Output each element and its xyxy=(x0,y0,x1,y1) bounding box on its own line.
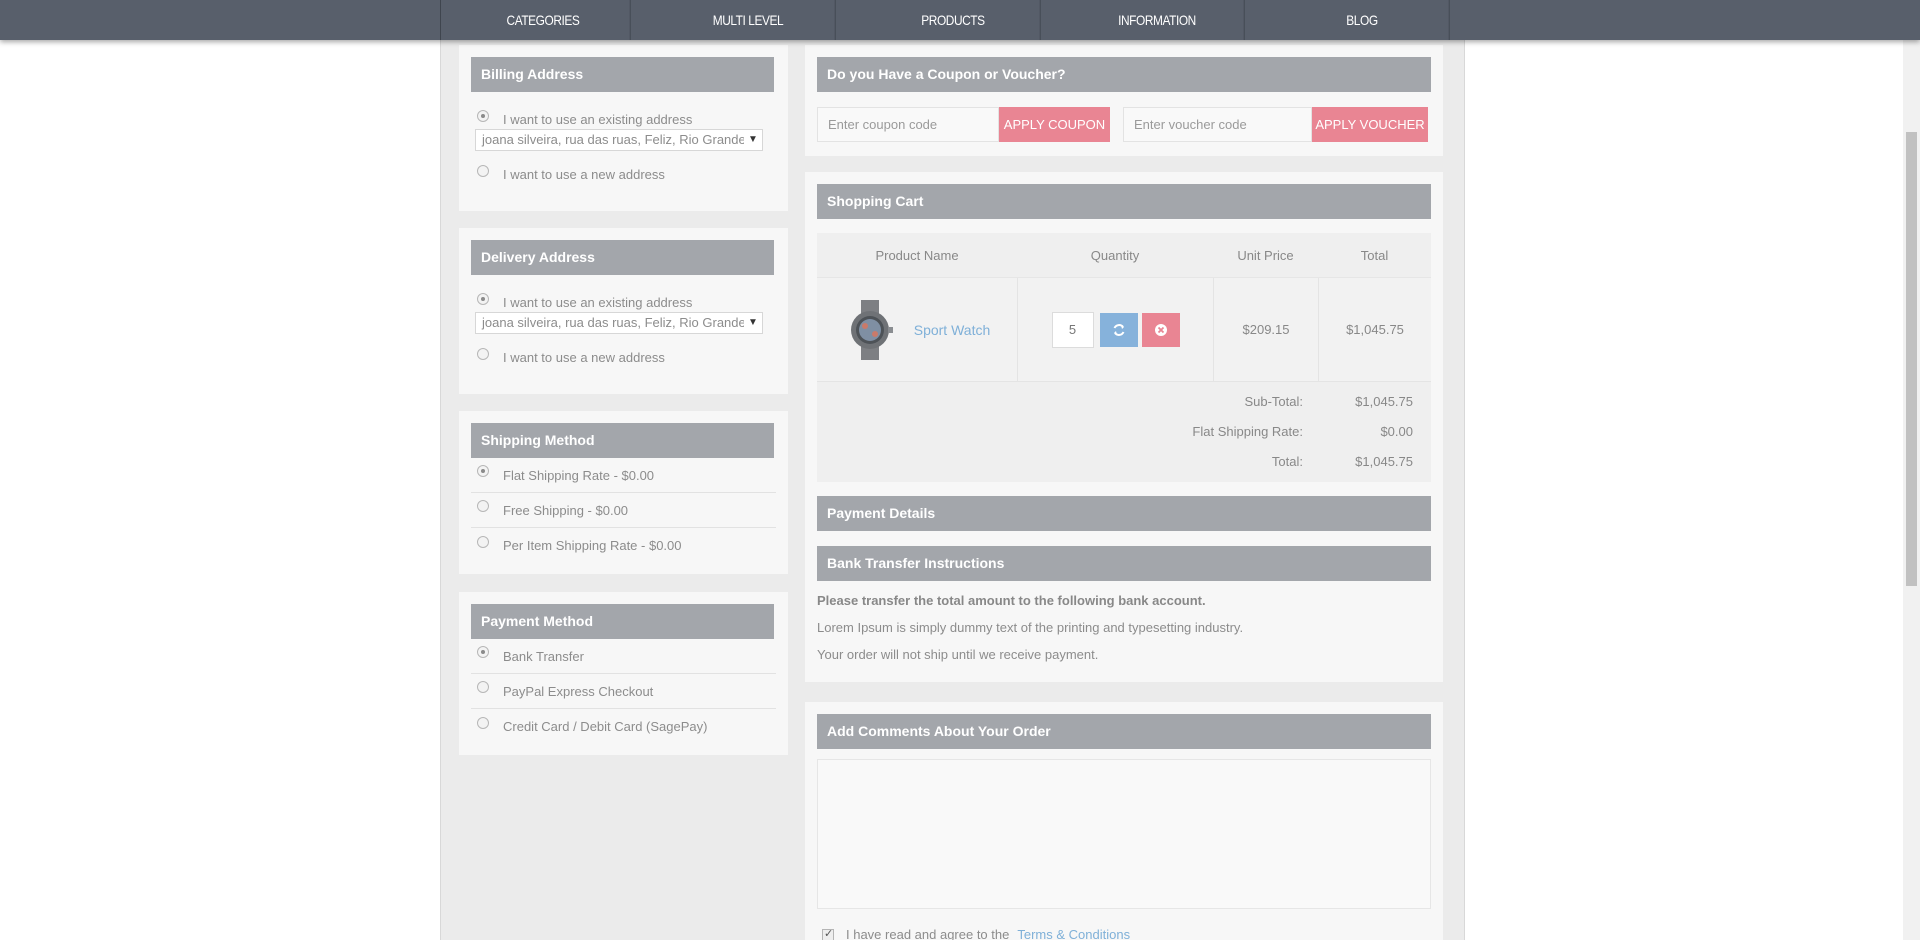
shipping-option-flat[interactable]: Flat Shipping Rate - $0.00 xyxy=(471,458,776,493)
cart-table: Product Name Quantity Unit Price Total S… xyxy=(817,233,1431,482)
voucher-input[interactable]: Enter voucher code xyxy=(1123,107,1312,142)
radio-icon[interactable] xyxy=(477,646,489,658)
delivery-heading: Delivery Address xyxy=(471,240,774,275)
coupon-row: Enter coupon code APPLY COUPON Enter vou… xyxy=(817,107,1431,142)
payment-option-paypal[interactable]: PayPal Express Checkout xyxy=(471,674,776,709)
delivery-address-select[interactable]: joana silveira, rua das ruas, Feliz, Rio… xyxy=(475,312,763,334)
product-image[interactable] xyxy=(844,299,896,360)
shipping-option-per-item[interactable]: Per Item Shipping Rate - $0.00 xyxy=(471,528,776,563)
remove-button[interactable] xyxy=(1141,312,1180,347)
unit-price: $209.15 xyxy=(1213,278,1318,381)
bank-instructions-title: Please transfer the total amount to the … xyxy=(817,593,1206,608)
bank-instructions-note: Your order will not ship until we receiv… xyxy=(817,647,1099,662)
shipping-heading: Shipping Method xyxy=(471,423,774,458)
col-total: Total xyxy=(1360,247,1389,263)
nav-item-products[interactable]: PRODUCTS xyxy=(866,0,1041,40)
terms-row: I have read and agree to the Terms & Con… xyxy=(817,927,1431,940)
radio-icon[interactable] xyxy=(477,681,489,693)
nav-item-information[interactable]: INFORMATION xyxy=(1071,0,1245,40)
bank-transfer-heading: Bank Transfer Instructions xyxy=(817,546,1431,581)
radio-icon[interactable] xyxy=(477,465,489,477)
bank-instructions-text: Lorem Ipsum is simply dummy text of the … xyxy=(817,620,1244,635)
quantity-input[interactable]: 5 xyxy=(1051,311,1094,348)
shipping-method-panel: Shipping Method Flat Shipping Rate - $0.… xyxy=(459,411,788,574)
shipping-row: Flat Shipping Rate: $0.00 xyxy=(1192,423,1413,439)
billing-new-option[interactable]: I want to use a new address xyxy=(471,157,776,192)
refresh-icon xyxy=(1113,323,1124,336)
coupon-heading: Do you Have a Coupon or Voucher? xyxy=(817,57,1431,92)
radio-icon[interactable] xyxy=(477,109,489,122)
payment-heading: Payment Method xyxy=(471,604,774,639)
radio-icon[interactable] xyxy=(477,500,489,512)
scrollbar-thumb[interactable] xyxy=(1906,132,1917,586)
delivery-new-option[interactable]: I want to use a new address xyxy=(471,340,776,375)
line-total: $1,045.75 xyxy=(1318,278,1431,381)
cart-header-row: Product Name Quantity Unit Price Total xyxy=(817,233,1431,278)
radio-icon[interactable] xyxy=(477,292,489,305)
apply-coupon-button[interactable]: APPLY COUPON xyxy=(999,107,1110,142)
apply-voucher-button[interactable]: APPLY VOUCHER xyxy=(1312,107,1428,142)
col-quantity: Quantity xyxy=(1090,247,1140,263)
dropdown-arrow-icon: ▼ xyxy=(744,313,762,333)
table-row: Sport Watch 5 $209.15 $1,045.75 xyxy=(817,278,1431,382)
page-scrollbar[interactable] xyxy=(1903,0,1920,940)
cart-totals: Sub-Total: $1,045.75 Flat Shipping Rate:… xyxy=(817,382,1431,482)
terms-link[interactable]: Terms & Conditions xyxy=(1017,927,1130,940)
update-button[interactable] xyxy=(1099,312,1138,347)
radio-icon[interactable] xyxy=(477,716,489,729)
comments-panel: Add Comments About Your Order I have rea… xyxy=(805,702,1443,940)
cart-heading: Shopping Cart xyxy=(817,184,1431,219)
nav-menu: CATEGORIES MULTI LEVEL PRODUCTS INFORMAT… xyxy=(440,0,1465,40)
total-row: Total: $1,045.75 xyxy=(1271,453,1413,469)
delivery-address-panel: Delivery Address I want to use an existi… xyxy=(459,228,788,394)
top-navigation: CATEGORIES MULTI LEVEL PRODUCTS INFORMAT… xyxy=(0,0,1920,40)
col-product-name: Product Name xyxy=(875,247,959,263)
terms-checkbox[interactable] xyxy=(822,927,834,940)
nav-item-multi-level[interactable]: MULTI LEVEL xyxy=(661,0,836,40)
comments-heading: Add Comments About Your Order xyxy=(817,714,1431,749)
comment-textarea[interactable] xyxy=(817,759,1431,909)
radio-icon[interactable] xyxy=(477,535,489,548)
billing-address-panel: Billing Address I want to use an existin… xyxy=(459,45,788,211)
shopping-cart-panel: Shopping Cart Product Name Quantity Unit… xyxy=(805,172,1443,682)
payment-option-bank[interactable]: Bank Transfer xyxy=(471,639,776,674)
col-unit-price: Unit Price xyxy=(1237,247,1294,263)
radio-icon[interactable] xyxy=(477,164,489,177)
coupon-panel: Do you Have a Coupon or Voucher? Enter c… xyxy=(805,45,1443,156)
nav-item-categories[interactable]: CATEGORIES xyxy=(456,0,631,40)
radio-icon[interactable] xyxy=(477,347,489,360)
dropdown-arrow-icon: ▼ xyxy=(744,130,762,150)
payment-details-heading: Payment Details xyxy=(817,496,1431,531)
coupon-input[interactable]: Enter coupon code xyxy=(817,107,999,142)
subtotal-row: Sub-Total: $1,045.75 xyxy=(1244,393,1413,409)
nav-item-blog[interactable]: BLOG xyxy=(1276,0,1450,40)
payment-option-card[interactable]: Credit Card / Debit Card (SagePay) xyxy=(471,709,776,744)
billing-address-select[interactable]: joana silveira, rua das ruas, Feliz, Rio… xyxy=(475,129,763,151)
close-circle-icon xyxy=(1154,323,1167,336)
shipping-option-free[interactable]: Free Shipping - $0.00 xyxy=(471,493,776,528)
payment-method-panel: Payment Method Bank Transfer PayPal Expr… xyxy=(459,592,788,755)
product-link[interactable]: Sport Watch xyxy=(914,322,991,338)
billing-heading: Billing Address xyxy=(471,57,774,92)
